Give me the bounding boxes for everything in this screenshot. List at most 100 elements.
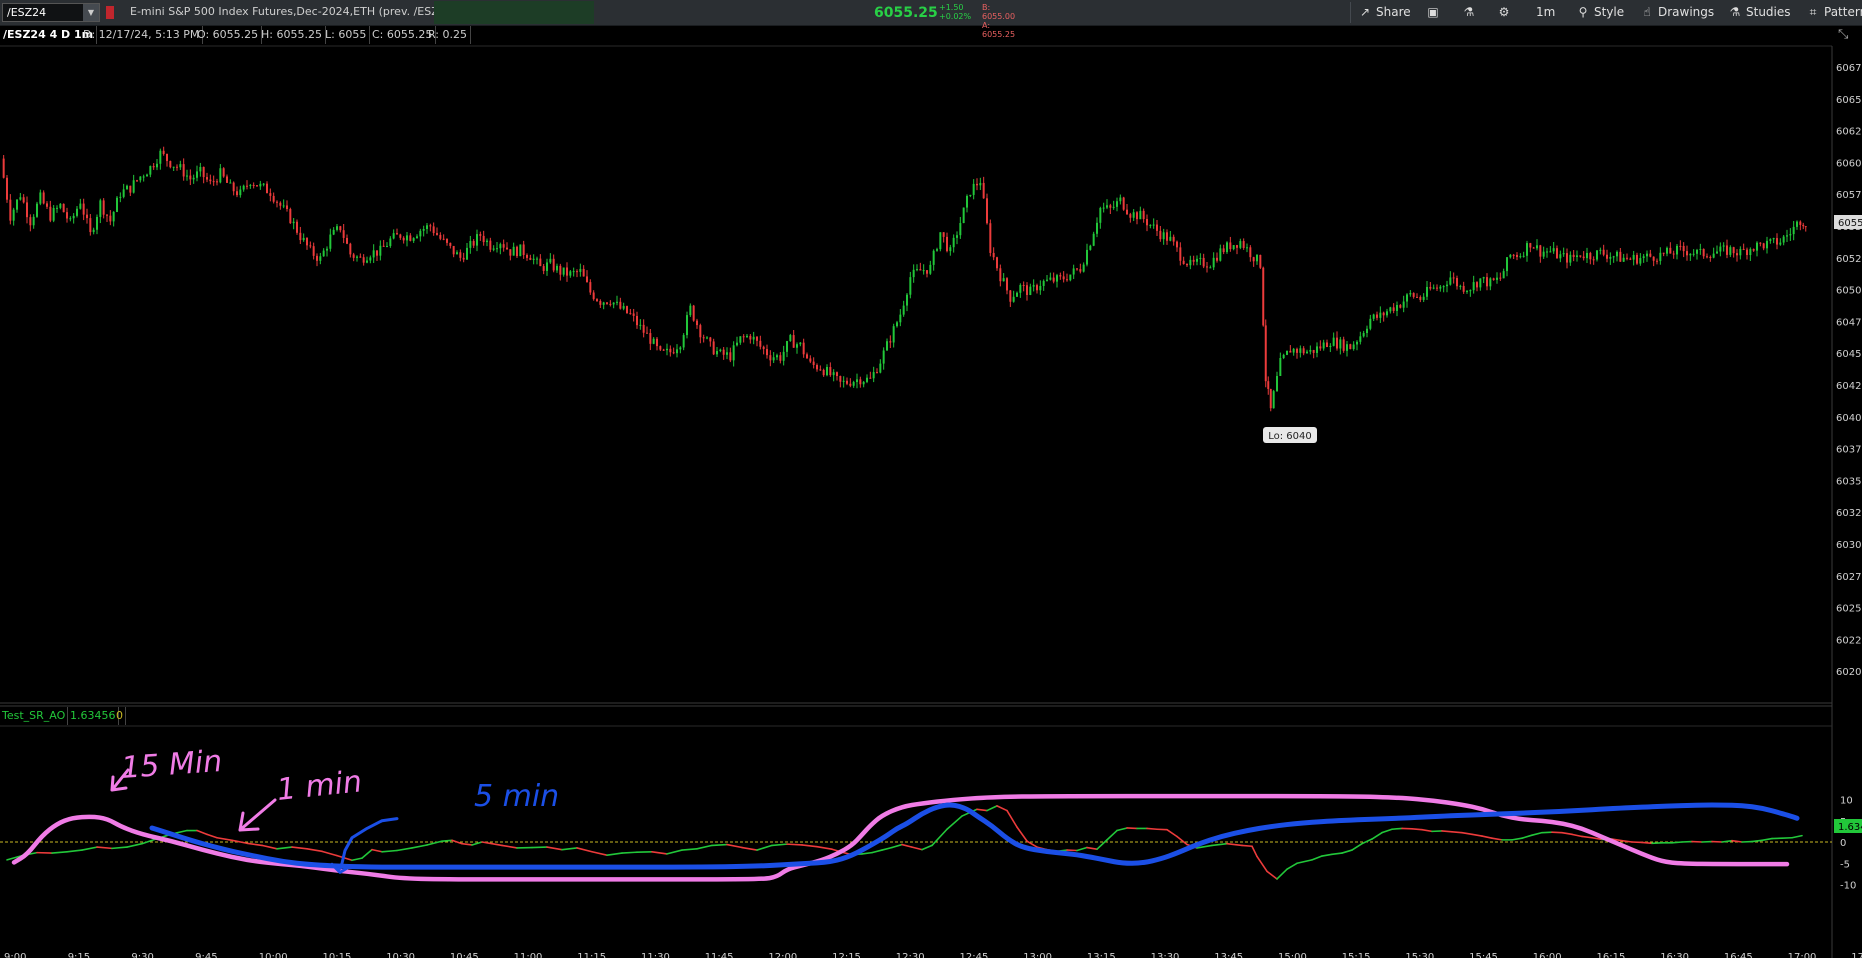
candle-body — [1776, 238, 1778, 245]
candle-body — [822, 369, 825, 376]
candle-body — [1389, 307, 1392, 312]
candle-body — [382, 245, 385, 247]
candle-body — [709, 337, 712, 342]
osc-segment — [1411, 828, 1423, 831]
current-osc-tag: 1.634 — [1834, 819, 1862, 833]
candle-body — [542, 266, 545, 271]
candle-body — [1196, 258, 1198, 262]
candle-body — [306, 237, 308, 246]
osc-segment — [1791, 834, 1803, 839]
share-button[interactable]: ↗ Share — [1358, 3, 1411, 22]
osc-segment — [96, 846, 113, 850]
candle-body — [812, 361, 815, 365]
osc-segment — [21, 851, 38, 857]
osc-segment — [1371, 831, 1383, 840]
link-flag-icon[interactable] — [106, 6, 114, 19]
candle-body — [1552, 248, 1555, 252]
candle-body — [1662, 252, 1665, 254]
candle-body — [232, 182, 235, 192]
candle-body — [859, 379, 862, 385]
candle-body — [1696, 249, 1698, 254]
osc-segment — [1166, 828, 1178, 838]
candle-body — [1392, 307, 1395, 311]
low-marker: Lo: 6040 — [1263, 427, 1317, 443]
candle-body — [1666, 247, 1668, 254]
candle-body — [1619, 251, 1622, 262]
candle-body — [512, 246, 515, 256]
candle-body — [429, 225, 432, 227]
patterns-button[interactable]: ⌗Pattern — [1806, 3, 1862, 22]
chart-canvas[interactable]: 6067. 6065 6062. 6060 6057. 6055 6052. 6050 6047… — [0, 0, 1862, 958]
candle-body — [1689, 253, 1692, 256]
candle-body — [722, 349, 725, 355]
collapse-icon[interactable]: ⤡ — [1838, 27, 1848, 42]
candle-body — [1626, 257, 1628, 259]
candle-body — [179, 164, 182, 168]
drawings-button[interactable]: ☝ Drawings — [1640, 3, 1714, 22]
osc-segment — [1561, 831, 1573, 836]
candle-body — [906, 294, 908, 306]
candle-body — [1609, 257, 1612, 259]
candle-body — [1782, 236, 1785, 243]
candle-body — [1576, 255, 1578, 257]
symbol-selector[interactable]: /ESZ24 ▼ — [2, 3, 100, 22]
candle-body — [1699, 248, 1702, 250]
osc-segment — [321, 850, 338, 857]
candle-body — [76, 208, 78, 216]
candle-body — [49, 206, 52, 221]
candle-body — [592, 292, 595, 300]
studies-button[interactable]: ⚗ Studies — [1728, 3, 1791, 22]
candle-body — [1316, 346, 1318, 353]
candle-body — [416, 236, 418, 239]
candle-body — [442, 238, 445, 240]
candle-body — [226, 176, 228, 183]
timeframe-button[interactable]: 1m — [1536, 3, 1555, 22]
symbol-dropdown-icon[interactable]: ▼ — [83, 4, 99, 21]
osc-segment — [891, 843, 903, 849]
candle-body — [1579, 255, 1582, 257]
settings-button[interactable]: ⚙ — [1497, 3, 1515, 22]
candle-body — [1169, 236, 1172, 241]
candle-body — [1396, 305, 1398, 311]
bar-range: R: 0.25 — [425, 26, 471, 44]
osc-segment — [261, 844, 278, 850]
snapshot-button[interactable]: ▣ — [1426, 3, 1444, 22]
candle-body — [726, 352, 728, 355]
flask-button[interactable]: ⚗ — [1462, 3, 1480, 22]
candle-body — [102, 200, 105, 215]
current-price-label: 6055 — [1838, 218, 1862, 229]
candle-body — [1276, 375, 1278, 392]
candle-body — [552, 258, 555, 271]
osc-segment — [1006, 809, 1018, 828]
candle-body — [1346, 344, 1348, 351]
candle-body — [1526, 243, 1528, 256]
candle-body — [922, 270, 925, 272]
symbol-input[interactable]: /ESZ24 — [7, 6, 46, 19]
osc-segment — [66, 849, 83, 853]
candle-body — [682, 335, 685, 348]
candle-body — [1456, 278, 1458, 287]
candle-body — [1092, 233, 1095, 246]
candle-body — [1659, 252, 1662, 262]
candle-body — [1532, 247, 1535, 249]
candle-body — [1772, 238, 1775, 240]
candle-body — [1042, 280, 1045, 286]
candle-body — [569, 271, 572, 276]
osc-segment — [171, 829, 188, 835]
osc-segment — [771, 843, 788, 847]
candle-body — [932, 250, 935, 265]
candle-body — [1596, 250, 1598, 260]
candle-body — [636, 315, 638, 326]
candle-body — [1009, 290, 1012, 302]
candle-body — [746, 335, 748, 338]
annotation-5min: 5 min — [474, 779, 559, 814]
candle-body — [269, 193, 272, 196]
osc-segment — [1591, 836, 1603, 841]
candle-body — [1259, 254, 1262, 268]
candle-body — [296, 221, 298, 233]
candle-body — [22, 197, 25, 203]
style-button[interactable]: ⚲ Style — [1576, 3, 1625, 22]
candle-body — [359, 256, 362, 258]
osc-segment — [1471, 833, 1483, 837]
candle-body — [1262, 267, 1265, 326]
